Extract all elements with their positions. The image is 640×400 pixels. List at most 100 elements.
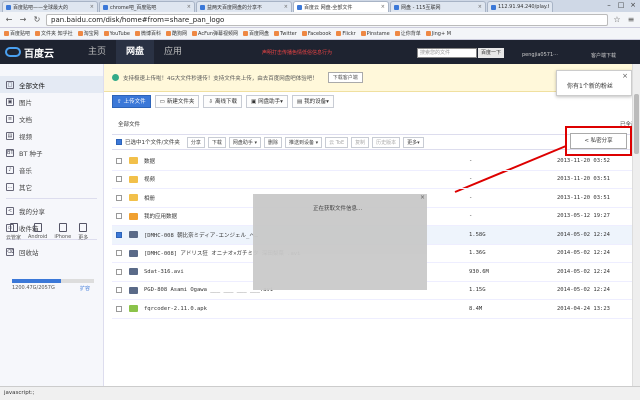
tab-close-icon[interactable]: × — [381, 4, 385, 10]
popup-close-icon[interactable]: × — [622, 72, 628, 80]
browser-tab[interactable]: 益两天百度网盘的分享不 × — [196, 1, 292, 12]
video-icon — [129, 286, 138, 294]
history-version-button[interactable]: 历史版本 — [372, 136, 401, 148]
search-button[interactable]: 百度一下 — [478, 48, 504, 58]
delete-button[interactable]: 删除 — [264, 136, 283, 148]
bookmark[interactable]: Twitter — [274, 31, 297, 37]
reload-icon[interactable]: ↻ — [32, 15, 42, 25]
tab-close-icon[interactable]: × — [478, 4, 482, 10]
file-name[interactable]: 数据 — [144, 157, 469, 165]
push-to-device-button[interactable]: 推送到设备 ▾ — [285, 136, 323, 148]
url-input[interactable]: pan.baidu.com/disk/home#from=share_pan_l… — [46, 13, 608, 26]
more-button[interactable]: 更多▾ — [403, 136, 424, 148]
upload-button[interactable]: ⇧ 上传文件 — [112, 95, 151, 108]
new-folder-button[interactable]: ▭ 新建文件夹 — [154, 95, 200, 108]
tab-close-icon[interactable]: × — [284, 4, 288, 10]
sidebar-item-my-shares[interactable]: < 我的分享 — [0, 202, 103, 219]
back-icon[interactable]: ← — [4, 15, 14, 25]
row-checkbox[interactable] — [116, 176, 122, 183]
browser-tab[interactable]: chrome吧_百度贴吧 × — [99, 1, 195, 12]
device-cloud-manager[interactable]: 云管家 — [6, 223, 21, 241]
sidebar-item-other[interactable]: … 其它 — [0, 178, 103, 195]
sidebar-item-all-files[interactable]: □ 全部文件 — [0, 76, 103, 93]
scroll-thumb[interactable] — [634, 94, 639, 154]
browser-tab[interactable]: 网盘 - 115互联网 × — [390, 1, 486, 12]
bookmark[interactable]: Pinstame — [360, 31, 390, 37]
client-download-link[interactable]: 客户端下载 — [591, 52, 616, 59]
window-close-icon[interactable]: × — [627, 0, 639, 10]
file-name[interactable]: fqrcoder-2.11.0.apk — [144, 306, 469, 312]
file-row[interactable]: fqrcoder-2.11.0.apk 8.4M 2014-04-24 13:23 — [112, 300, 634, 319]
bookmark[interactable]: AcFun弹幕视频网 — [192, 30, 238, 37]
file-row[interactable]: 数据 - 2013-11-20 03:52 — [112, 152, 634, 171]
download-button[interactable]: 下载 — [207, 136, 226, 148]
row-checkbox[interactable] — [116, 231, 122, 238]
baidu-cloud-logo[interactable]: 百度云 — [0, 45, 78, 60]
browser-tab[interactable]: 112.91.94.240/play.html — [487, 1, 553, 12]
device-iphone[interactable]: iPhone — [54, 223, 71, 241]
sidebar-item-images[interactable]: ▣ 图片 — [0, 93, 103, 110]
browser-tab-active[interactable]: 百度云 网盘-全部文件 × — [293, 1, 389, 12]
nav-apps[interactable]: 应用 — [154, 40, 192, 64]
bookmark[interactable]: 让你背单 — [394, 30, 421, 37]
sidebar-item-recycle-bin[interactable]: ⌫ 回收站 — [0, 243, 103, 260]
cloud-toe-button[interactable]: 云 ToE — [325, 136, 349, 148]
row-checkbox[interactable] — [116, 305, 122, 312]
bookmark[interactable]: 百度网盘 — [243, 30, 269, 37]
tab-close-icon[interactable]: × — [187, 4, 191, 10]
bookmark[interactable]: Flickr — [336, 31, 356, 37]
minimize-icon[interactable]: – — [603, 0, 615, 10]
star-icon[interactable]: ☆ — [612, 15, 622, 25]
bookmark[interactable]: 酷狗网 — [165, 30, 187, 37]
bookmark[interactable]: Jing+ M — [425, 31, 451, 37]
download-client-button[interactable]: 下载客户端 — [327, 72, 363, 83]
page-scrollbar[interactable] — [632, 64, 640, 386]
bookmark-icon — [336, 31, 342, 36]
promo-text[interactable]: 声明打击传播色情低俗信息行为 — [262, 49, 332, 56]
menu-icon[interactable]: ≡ — [626, 15, 636, 25]
forward-icon[interactable]: → — [18, 15, 28, 25]
expand-storage-link[interactable]: 扩容 — [80, 285, 90, 292]
address-bar: ← → ↻ pan.baidu.com/disk/home#from=share… — [0, 12, 640, 28]
sidebar-item-music[interactable]: ♪ 音乐 — [0, 161, 103, 178]
select-all-checkbox[interactable] — [116, 139, 122, 145]
bookmark[interactable]: 文件夹 知乎社 — [35, 30, 73, 37]
sidebar-item-videos[interactable]: ▤ 视频 — [0, 127, 103, 144]
new-follower-popup[interactable]: 你有1个新的粉丝 × — [556, 70, 632, 96]
device-more[interactable]: 更多 — [78, 223, 88, 241]
row-checkbox[interactable] — [116, 268, 122, 275]
row-checkbox[interactable] — [116, 157, 122, 164]
tab-close-icon[interactable]: × — [90, 4, 94, 10]
breadcrumb[interactable]: 全部文件 — [118, 120, 140, 128]
search-input[interactable]: 搜索您的文件 — [417, 48, 477, 58]
nav-home[interactable]: 主页 — [78, 40, 116, 64]
maximize-icon[interactable]: □ — [615, 0, 627, 10]
loading-close-icon[interactable]: × — [420, 194, 425, 201]
bookmark[interactable]: 淘宝网 — [77, 30, 99, 37]
row-checkbox[interactable] — [116, 287, 122, 294]
row-checkbox[interactable] — [116, 250, 122, 257]
my-devices-button[interactable]: ▤ 我的设备▾ — [291, 95, 334, 108]
bookmark[interactable]: 百度贴吧 — [4, 30, 30, 37]
bookmark[interactable]: YouTube — [103, 31, 130, 37]
bookmark[interactable]: 微博百科 — [134, 30, 161, 37]
browser-tab[interactable]: 百度贴吧——全球最大的 × — [2, 1, 98, 12]
netdisk-helper-dropdown[interactable]: 网盘助手 ▾ — [228, 136, 261, 148]
file-time: 2013-11-20 03:51 — [557, 176, 610, 183]
info-icon — [112, 74, 119, 81]
device-android[interactable]: Android — [28, 223, 47, 241]
share-button[interactable]: 分享 — [186, 136, 205, 148]
row-checkbox[interactable] — [116, 213, 122, 220]
sidebar-item-docs[interactable]: ≡ 文档 — [0, 110, 103, 127]
file-row[interactable]: 视频 - 2013-11-20 03:51 — [112, 171, 634, 189]
folder-icon — [129, 194, 138, 202]
netdisk-helper-button[interactable]: ▣ 网盘助手▾ — [245, 95, 288, 108]
offline-download-button[interactable]: ⇩ 离线下载 — [203, 95, 242, 108]
file-name[interactable]: 视频 — [144, 175, 469, 183]
nav-netdisk[interactable]: 网盘 — [116, 40, 154, 64]
sidebar-item-bt[interactable]: BT BT 种子 — [0, 144, 103, 161]
bookmark[interactable]: Facebook — [301, 31, 331, 37]
row-checkbox[interactable] — [116, 194, 122, 201]
username[interactable]: pengjia0571··· — [522, 52, 558, 58]
copy-button[interactable]: 复制 — [351, 136, 370, 148]
